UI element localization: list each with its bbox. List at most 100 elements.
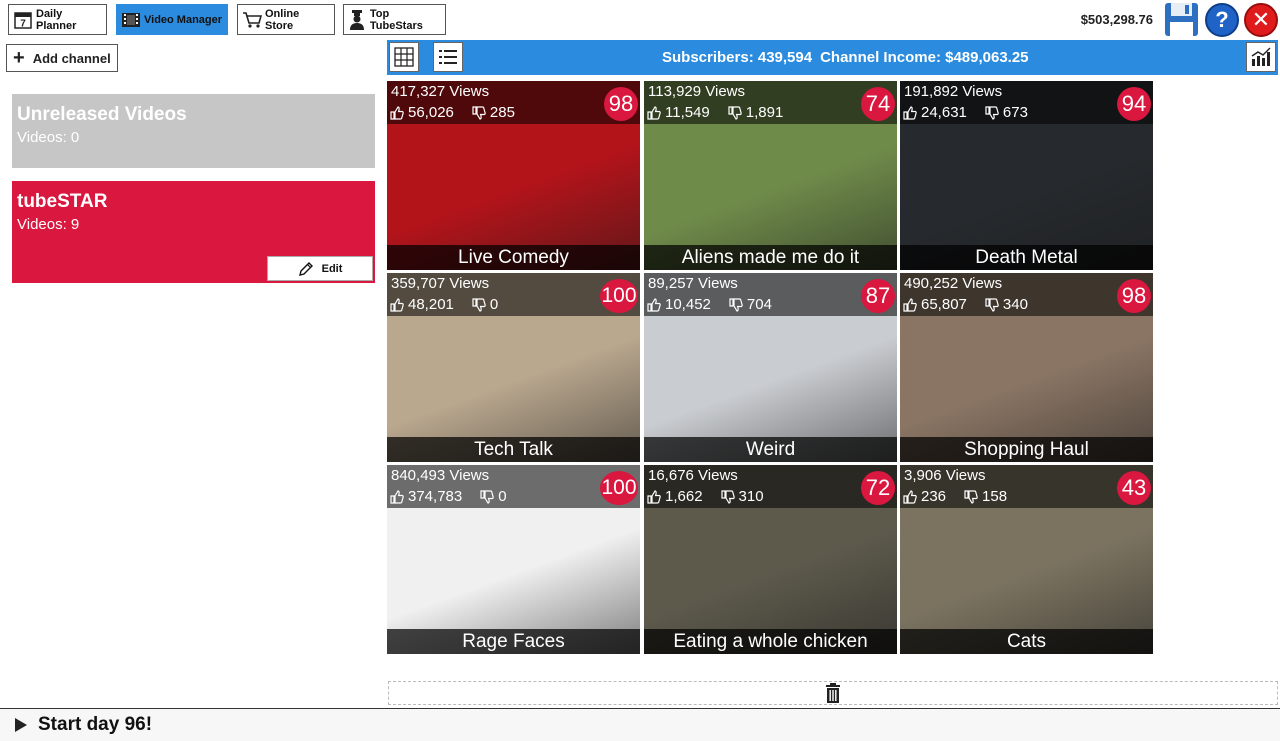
daily-planner-button[interactable]: 7 Daily Planner: [8, 4, 107, 35]
edit-channel-button[interactable]: Edit: [267, 256, 373, 281]
thumbs-up-icon: [903, 105, 917, 120]
video-tile[interactable]: 417,327 Views 56,026 285 98 Live Comedy: [387, 81, 640, 270]
video-tile[interactable]: 191,892 Views 24,631 673 94 Death Metal: [900, 81, 1153, 270]
play-icon: [15, 718, 27, 732]
video-stats-overlay: 3,906 Views 236 158: [900, 465, 1153, 508]
balance: $503,298.76: [1080, 12, 1153, 27]
video-likes: 236: [921, 488, 947, 505]
video-dislikes: 310: [738, 488, 764, 505]
video-likes: 56,026: [408, 104, 454, 121]
floppy-disk-icon: [1165, 3, 1198, 36]
video-views: 3,906 Views: [904, 467, 986, 484]
close-icon: ✕: [1251, 7, 1271, 32]
video-dislikes: 158: [982, 488, 1008, 505]
video-score-badge: 98: [1117, 279, 1151, 313]
thumbs-up-icon: [903, 489, 917, 504]
video-score-badge: 100: [600, 279, 638, 313]
online-store-button[interactable]: Online Store: [237, 4, 335, 35]
video-dislikes: 704: [746, 296, 772, 313]
video-title: Weird: [644, 437, 897, 462]
thumbs-up-icon: [390, 489, 404, 504]
video-title: Rage Faces: [387, 629, 640, 654]
video-views: 359,707 Views: [391, 275, 490, 292]
shopping-cart-icon: [242, 10, 262, 30]
video-dislikes: 0: [498, 488, 507, 505]
help-button[interactable]: ?: [1205, 3, 1239, 37]
grid-icon: [394, 47, 414, 67]
online-store-label: Online Store: [265, 7, 300, 32]
thumbs-up-icon: [903, 297, 917, 312]
video-views: 417,327 Views: [391, 83, 490, 100]
pencil-icon: [298, 261, 313, 276]
video-dislikes: 340: [1002, 296, 1028, 313]
add-channel-button[interactable]: + Add channel: [6, 44, 118, 72]
video-reactions: 10,452 704: [647, 296, 772, 313]
channel-card-tubestar[interactable]: tubeSTAR Videos: 9 Edit: [12, 181, 375, 283]
channel-card-unreleased[interactable]: Unreleased Videos Videos: 0: [12, 94, 375, 168]
video-title: Death Metal: [900, 245, 1153, 270]
video-stats-overlay: 89,257 Views 10,452 704: [644, 273, 897, 316]
video-score-badge: 98: [604, 87, 638, 121]
channel-name: tubeSTAR: [17, 191, 108, 212]
video-score-badge: 72: [861, 471, 895, 505]
video-likes: 65,807: [921, 296, 967, 313]
channel-income: Channel Income: $489,063.25: [820, 49, 1029, 66]
video-reactions: 1,662 310: [647, 488, 764, 505]
video-reactions: 56,026 285: [390, 104, 515, 121]
video-title: Eating a whole chicken: [644, 629, 897, 654]
video-stats-overlay: 113,929 Views 11,549 1,891: [644, 81, 897, 124]
video-views: 191,892 Views: [904, 83, 1003, 100]
video-reactions: 48,201 0: [390, 296, 498, 313]
video-tile[interactable]: 840,493 Views 374,783 0 100 Rage Faces: [387, 465, 640, 654]
video-views: 490,252 Views: [904, 275, 1003, 292]
channel-video-count: Videos: 9: [17, 216, 80, 233]
video-score-badge: 87: [861, 279, 895, 313]
video-reactions: 24,631 673: [903, 104, 1028, 121]
list-icon: [439, 50, 457, 64]
close-button[interactable]: ✕: [1244, 3, 1278, 37]
thumbs-down-icon: [720, 489, 735, 504]
top-tubestars-button[interactable]: Top TubeStars: [343, 4, 446, 35]
thumbs-up-icon: [390, 105, 404, 120]
video-title: Shopping Haul: [900, 437, 1153, 462]
video-views: 89,257 Views: [648, 275, 738, 292]
video-title: Tech Talk: [387, 437, 640, 462]
edit-label: Edit: [321, 262, 343, 275]
save-button[interactable]: [1164, 2, 1199, 37]
grid-view-button[interactable]: [389, 42, 419, 72]
delete-drop-zone[interactable]: [388, 681, 1278, 705]
video-tile[interactable]: 89,257 Views 10,452 704 87 Weird: [644, 273, 897, 462]
start-day-button[interactable]: Start day 96!: [0, 708, 1280, 741]
video-tile[interactable]: 3,906 Views 236 158 43 Cats: [900, 465, 1153, 654]
video-stats-overlay: 490,252 Views 65,807 340: [900, 273, 1153, 316]
video-dislikes: 673: [1002, 104, 1028, 121]
top-toolbar: 7 Daily Planner Video Manager Online Sto…: [0, 0, 1280, 40]
video-tile[interactable]: 490,252 Views 65,807 340 98 Shopping Haul: [900, 273, 1153, 462]
question-icon: ?: [1215, 7, 1229, 32]
thumbs-up-icon: [647, 105, 661, 120]
thumbs-down-icon: [480, 489, 494, 504]
start-day-label: Start day 96!: [38, 714, 153, 735]
video-likes: 1,662: [665, 488, 703, 505]
video-stats-overlay: 417,327 Views 56,026 285: [387, 81, 640, 124]
video-tile[interactable]: 113,929 Views 11,549 1,891 74 Aliens made me…: [644, 81, 897, 270]
calendar-icon: 7: [13, 10, 33, 30]
video-title: Aliens made me do it: [644, 245, 897, 270]
calendar-day: 7: [20, 18, 26, 29]
video-views: 16,676 Views: [648, 467, 738, 484]
video-manager-button[interactable]: Video Manager: [116, 4, 228, 35]
video-views: 113,929 Views: [648, 83, 746, 100]
video-tile[interactable]: 359,707 Views 48,201 0 100 Tech Talk: [387, 273, 640, 462]
video-dislikes: 1,891: [745, 104, 784, 121]
video-likes: 10,452: [665, 296, 711, 313]
video-reactions: 236 158: [903, 488, 1007, 505]
plus-icon: +: [13, 47, 25, 69]
thumbs-up-icon: [390, 297, 404, 312]
video-reactions: 374,783 0: [390, 488, 507, 505]
stats-chart-button[interactable]: [1246, 42, 1276, 72]
video-tile[interactable]: 16,676 Views 1,662 310 72 Eating a whole chi…: [644, 465, 897, 654]
thumbs-down-icon: [472, 297, 486, 312]
video-manager-label: Video Manager: [144, 13, 223, 26]
channel-name: Unreleased Videos: [17, 104, 187, 125]
list-view-button[interactable]: [433, 42, 463, 72]
